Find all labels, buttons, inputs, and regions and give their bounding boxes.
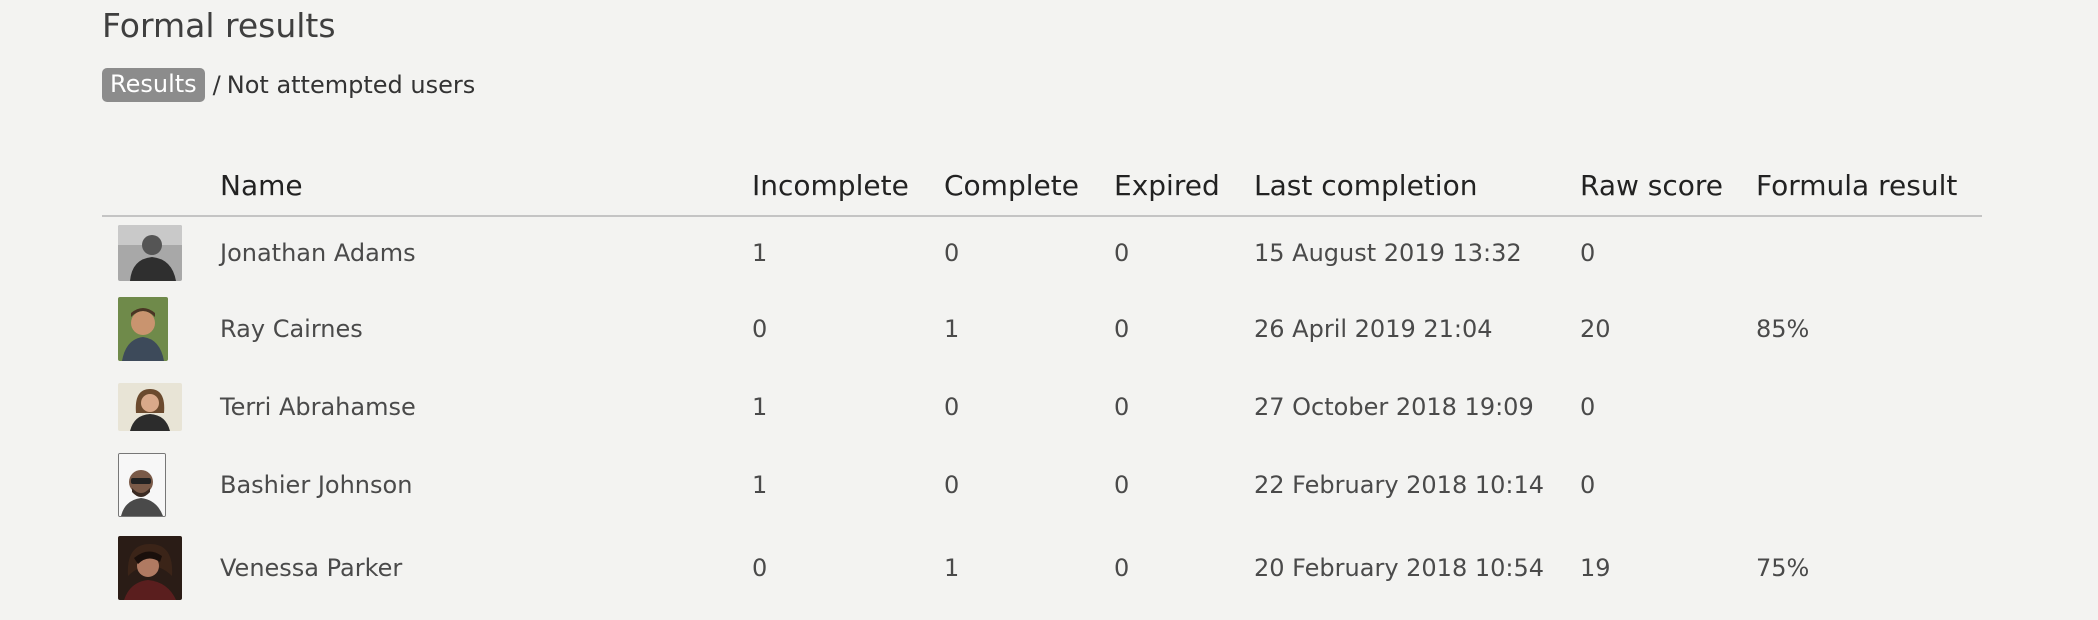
breadcrumb-not-attempted-users[interactable]: Not attempted users	[227, 71, 475, 99]
cell-complete: 0	[944, 238, 960, 267]
user-photo-icon	[118, 536, 182, 600]
column-header-expired[interactable]: Expired	[1114, 155, 1254, 217]
cell-incomplete: 1	[752, 238, 768, 267]
cell-last-completion: 27 October 2018 19:09	[1254, 393, 1534, 421]
cell-incomplete: 1	[752, 393, 768, 421]
table-row: Ray Cairnes 0 1 0 26 April 2019 21:04 20…	[102, 288, 1982, 370]
user-photo-icon	[118, 224, 182, 281]
cell-formula-result	[1756, 216, 1982, 288]
column-header-name[interactable]: Name	[220, 155, 752, 217]
table-row: Jonathan Adams 1 0 0 15 August 2019 13:3…	[102, 216, 1982, 288]
cell-formula-result	[1756, 370, 1982, 444]
breadcrumb-results[interactable]: Results	[102, 68, 205, 102]
cell-formula-result: 85%	[1756, 315, 1810, 343]
cell-expired: 0	[1114, 393, 1130, 421]
cell-name[interactable]: Venessa Parker	[220, 526, 752, 610]
cell-incomplete: 0	[752, 554, 768, 582]
cell-expired: 0	[1114, 471, 1130, 499]
cell-complete: 0	[944, 393, 960, 421]
cell-raw-score: 0	[1580, 471, 1596, 499]
cell-last-completion: 20 February 2018 10:54	[1254, 554, 1545, 582]
cell-raw-score: 19	[1580, 554, 1611, 582]
cell-raw-score: 0	[1580, 393, 1596, 421]
cell-raw-score: 0	[1580, 238, 1596, 267]
cell-last-completion: 15 August 2019 13:32	[1254, 238, 1522, 267]
cell-incomplete: 1	[752, 471, 768, 499]
table-header-row: Name Incomplete Complete Expired Last co…	[102, 155, 1982, 217]
avatar[interactable]	[118, 453, 166, 517]
column-header-last-completion[interactable]: Last completion	[1254, 155, 1580, 217]
breadcrumb: Results / Not attempted users	[102, 68, 475, 102]
cell-formula-result	[1756, 444, 1982, 526]
results-table: Name Incomplete Complete Expired Last co…	[102, 155, 1982, 610]
column-header-avatar	[102, 155, 220, 217]
column-header-formula-result[interactable]: Formula result	[1756, 155, 1982, 217]
cell-complete: 1	[944, 554, 960, 582]
avatar[interactable]	[118, 536, 182, 600]
user-photo-icon	[119, 454, 165, 516]
table-row: Venessa Parker 0 1 0 20 February 2018 10…	[102, 526, 1982, 610]
column-header-raw-score[interactable]: Raw score	[1580, 155, 1756, 217]
page-title: Formal results	[102, 6, 336, 45]
cell-complete: 1	[944, 315, 960, 343]
cell-complete: 0	[944, 471, 960, 499]
cell-name[interactable]: Ray Cairnes	[220, 288, 752, 370]
column-header-incomplete[interactable]: Incomplete	[752, 155, 944, 217]
avatar[interactable]	[118, 224, 182, 281]
cell-name[interactable]: Bashier Johnson	[220, 444, 752, 526]
cell-expired: 0	[1114, 238, 1130, 267]
table-row: Bashier Johnson 1 0 0 22 February 2018 1…	[102, 444, 1982, 526]
cell-formula-result: 75%	[1756, 554, 1810, 582]
user-photo-icon	[118, 383, 182, 431]
cell-last-completion: 26 April 2019 21:04	[1254, 315, 1493, 343]
cell-last-completion: 22 February 2018 10:14	[1254, 471, 1545, 499]
avatar[interactable]	[118, 383, 182, 431]
cell-expired: 0	[1114, 315, 1130, 343]
breadcrumb-separator: /	[212, 71, 221, 99]
avatar[interactable]	[118, 297, 168, 361]
column-header-complete[interactable]: Complete	[944, 155, 1114, 217]
cell-name[interactable]: Terri Abrahamse	[220, 370, 752, 444]
cell-name[interactable]: Jonathan Adams	[220, 216, 752, 288]
cell-raw-score: 20	[1580, 315, 1611, 343]
cell-incomplete: 0	[752, 315, 768, 343]
cell-expired: 0	[1114, 554, 1130, 582]
user-photo-icon	[118, 297, 168, 361]
table-row: Terri Abrahamse 1 0 0 27 October 2018 19…	[102, 370, 1982, 444]
